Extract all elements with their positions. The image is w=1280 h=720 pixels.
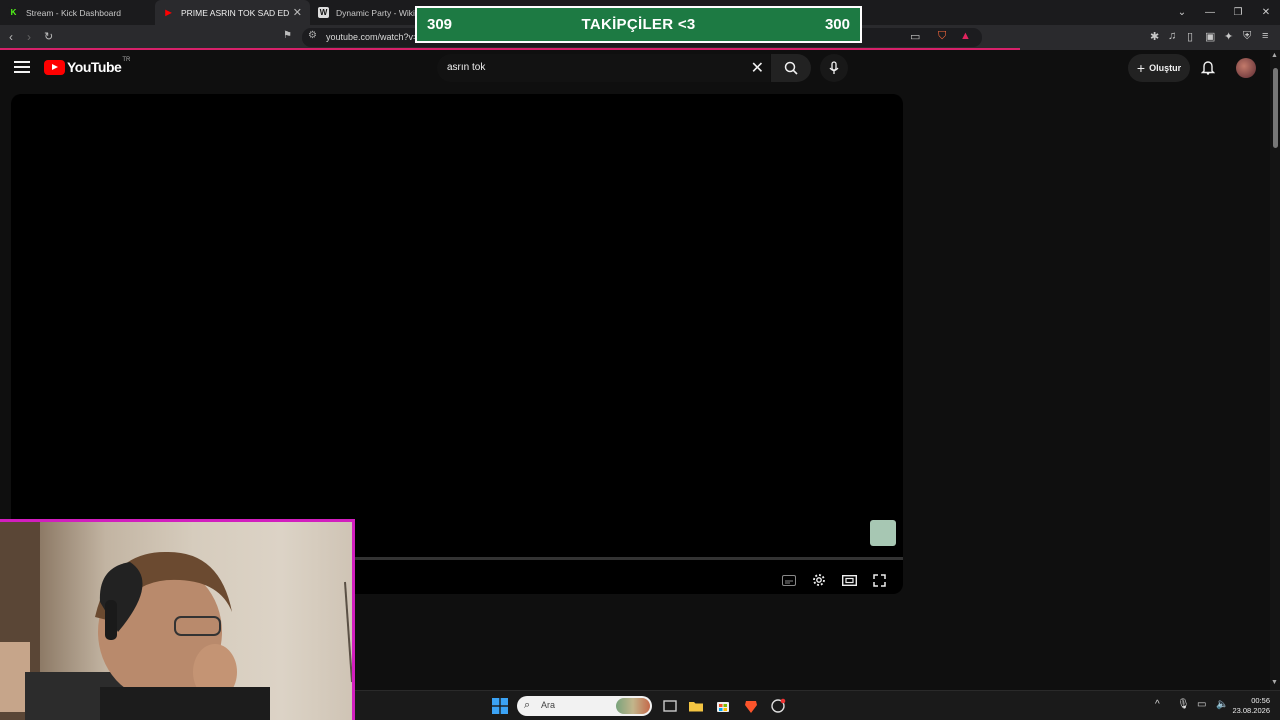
- search-icon: ⌕: [524, 699, 531, 711]
- tab-title: PRIME ASRIN TOK SAD EDIT - Yo: [181, 7, 289, 18]
- vpn-icon[interactable]: ⛨: [1243, 30, 1251, 43]
- microphone-icon: [829, 61, 839, 74]
- obs-app-icon[interactable]: [770, 698, 786, 714]
- taskbar-search[interactable]: ⌕ Ara: [517, 696, 652, 716]
- search-input[interactable]: asrın tok ✕: [437, 54, 770, 82]
- reload-icon[interactable]: ↻: [44, 30, 53, 43]
- extensions-icon[interactable]: ✱: [1150, 30, 1159, 43]
- clear-search-icon[interactable]: ✕: [751, 58, 764, 78]
- search-button[interactable]: [771, 54, 811, 82]
- search-query: asrın tok: [447, 62, 486, 73]
- wikipedia-favicon-icon: W: [318, 7, 329, 18]
- close-window-icon[interactable]: ✕: [1252, 7, 1280, 18]
- windows-taskbar: ⌕ Ara ^ 🎙 ▭ 🔈 00:56 23.08.2026: [355, 690, 1280, 720]
- sidebar-icon[interactable]: ▯: [1187, 30, 1193, 43]
- channel-watermark[interactable]: [870, 520, 896, 546]
- youtube-header: YouTube TR asrın tok ✕ + Oluştur: [0, 50, 1270, 86]
- clock-date: 23.08.2026: [1232, 706, 1270, 715]
- wallet-icon[interactable]: ▣: [1205, 30, 1215, 43]
- system-clock[interactable]: 00:56 23.08.2026: [1232, 696, 1270, 716]
- forward-icon[interactable]: ›: [27, 30, 31, 44]
- search-icon: [784, 61, 798, 75]
- display-tray-icon[interactable]: ▭: [1197, 699, 1206, 710]
- account-avatar[interactable]: [1236, 58, 1256, 78]
- create-label: Oluştur: [1149, 63, 1182, 73]
- file-explorer-icon[interactable]: [688, 698, 704, 714]
- follower-goal-banner: 309 TAKİPÇİLER <3 300: [415, 6, 862, 43]
- scrollbar-thumb[interactable]: [1273, 68, 1278, 148]
- leo-ai-icon[interactable]: ✦: [1224, 30, 1233, 43]
- tab-youtube-video[interactable]: ▶ PRIME ASRIN TOK SAD EDIT - Yo ✕: [155, 0, 310, 25]
- screen: K Stream - Kick Dashboard ▶ PRIME ASRIN …: [0, 0, 1280, 720]
- cast-icon[interactable]: ▭: [910, 30, 920, 43]
- tab-list-chevron-icon[interactable]: ⌄: [1168, 7, 1196, 18]
- follower-goal-title: TAKİPÇİLER <3: [581, 16, 696, 33]
- fullscreen-icon[interactable]: [869, 570, 889, 590]
- plus-icon: +: [1136, 60, 1146, 76]
- youtube-play-icon: [44, 59, 65, 75]
- window-controls: ⌄ — ❐ ✕: [1168, 0, 1280, 25]
- back-icon[interactable]: ‹: [9, 30, 13, 44]
- scroll-up-icon[interactable]: ▲: [1271, 52, 1278, 59]
- tray-overflow-icon[interactable]: ^: [1155, 699, 1160, 710]
- task-view-icon[interactable]: [662, 698, 678, 714]
- taskbar-search-label: Ara: [541, 700, 556, 710]
- youtube-logo[interactable]: YouTube TR: [44, 57, 131, 75]
- media-icon[interactable]: ♫: [1168, 30, 1176, 42]
- restore-icon[interactable]: ❐: [1224, 7, 1252, 18]
- minimize-icon[interactable]: —: [1196, 7, 1224, 18]
- volume-tray-icon[interactable]: 🔈: [1216, 699, 1228, 710]
- create-button[interactable]: + Oluştur: [1128, 54, 1190, 82]
- microsoft-store-icon[interactable]: [715, 698, 731, 714]
- brave-rewards-icon[interactable]: ▲: [960, 30, 971, 42]
- site-info-icon[interactable]: ⚙: [308, 30, 317, 41]
- close-tab-icon[interactable]: ✕: [293, 6, 302, 19]
- voice-search-button[interactable]: [820, 54, 848, 82]
- brave-shields-icon[interactable]: ⛉: [938, 30, 946, 43]
- youtube-favicon-icon: ▶: [165, 8, 172, 17]
- settings-gear-icon[interactable]: [809, 570, 829, 590]
- hamburger-menu-icon[interactable]: [14, 61, 30, 73]
- tab-title: Stream - Kick Dashboard: [26, 7, 121, 18]
- windows-start-icon[interactable]: [492, 698, 508, 714]
- page-scrollbar[interactable]: ▲ ▼: [1270, 50, 1280, 690]
- country-code: TR: [122, 57, 131, 63]
- notifications-bell-icon[interactable]: [1201, 60, 1215, 75]
- microphone-tray-icon[interactable]: 🎙: [1177, 699, 1190, 710]
- youtube-wordmark: YouTube: [67, 59, 122, 75]
- kick-favicon-icon: K: [8, 7, 19, 18]
- follower-goal-count: 300: [824, 16, 850, 33]
- theater-mode-icon[interactable]: [839, 570, 859, 590]
- webcam-overlay: [0, 519, 355, 720]
- menu-icon[interactable]: ≡: [1262, 30, 1268, 42]
- clock-time: 00:56: [1251, 696, 1270, 705]
- subtitles-icon[interactable]: [779, 570, 799, 590]
- brave-browser-icon[interactable]: [743, 698, 759, 714]
- tab-kick-dashboard[interactable]: K Stream - Kick Dashboard: [0, 0, 155, 25]
- bookmark-icon[interactable]: ⚑: [283, 30, 292, 41]
- scroll-down-icon[interactable]: ▼: [1271, 679, 1278, 686]
- url-text: youtube.com/watch?v=: [326, 32, 419, 42]
- search-highlight-image: [616, 698, 650, 714]
- streamer-webcam-image: [0, 522, 352, 720]
